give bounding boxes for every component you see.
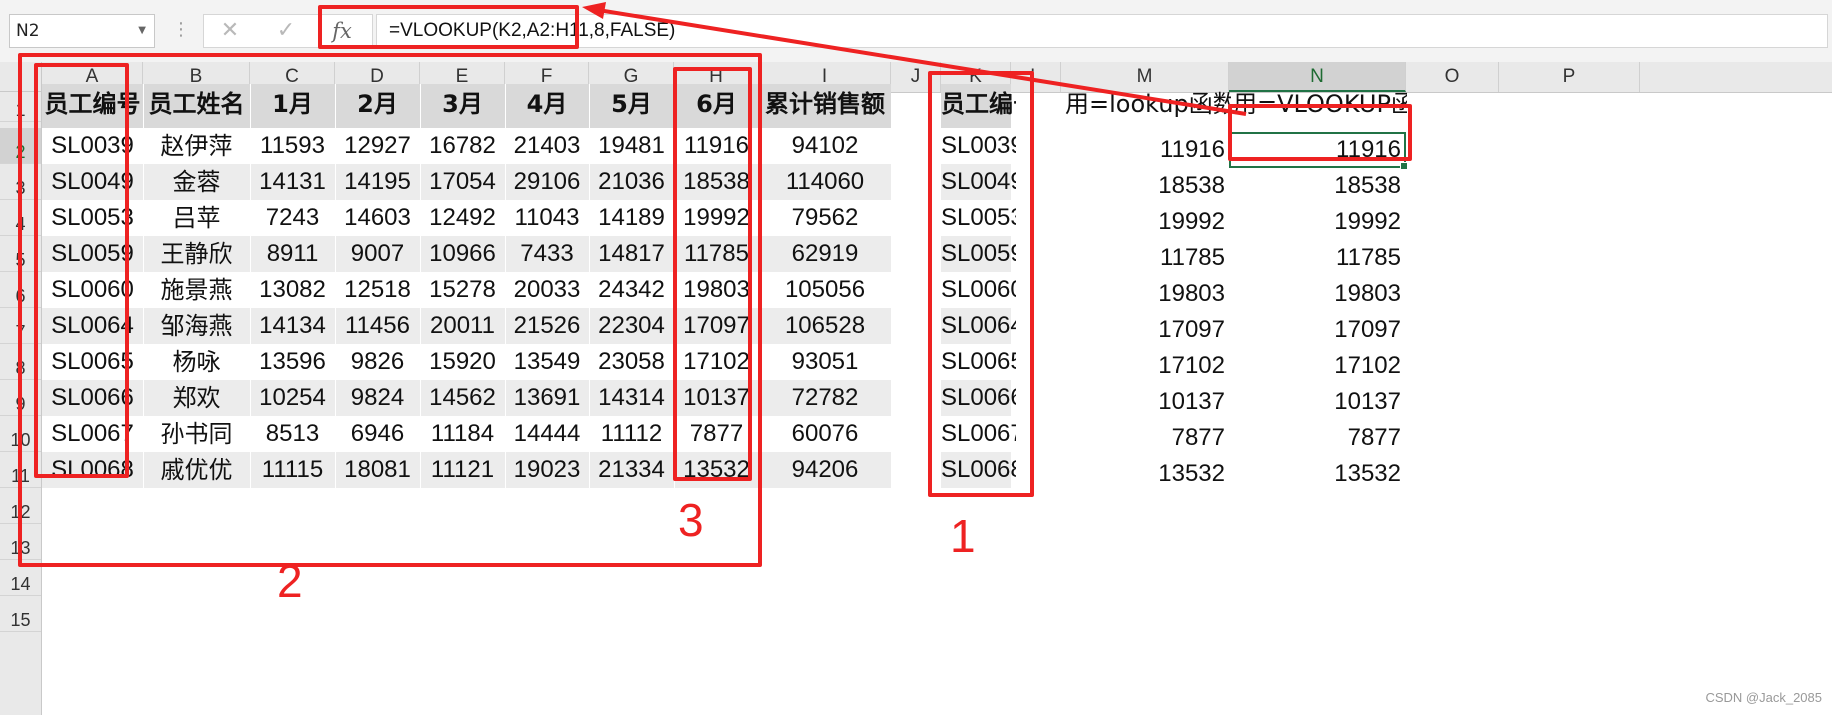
annotation-arrow [582,2,1247,116]
watermark: CSDN @Jack_2085 [1705,690,1822,705]
